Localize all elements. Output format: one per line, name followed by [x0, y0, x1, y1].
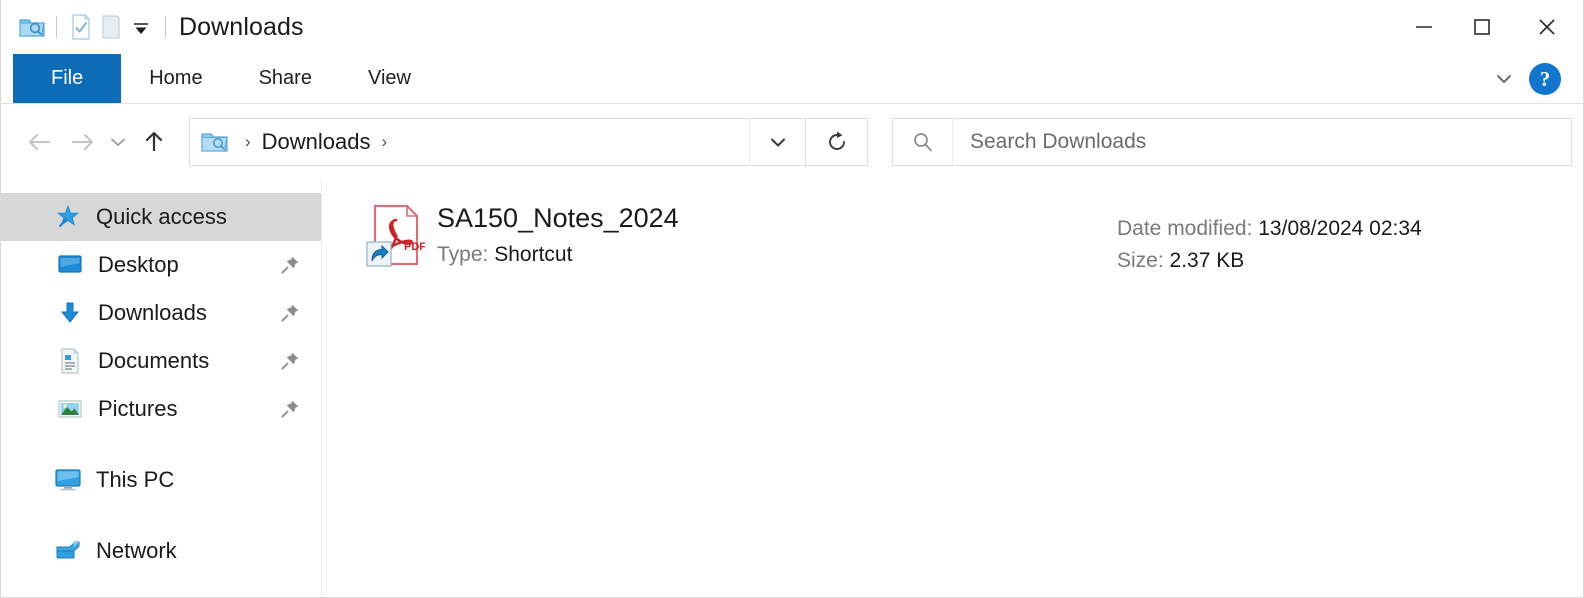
file-explorer-window: Downloads File Home Share View ? › Downl…: [0, 0, 1584, 598]
folder-icon[interactable]: [17, 12, 47, 42]
this-pc-icon: [51, 467, 85, 493]
minimize-button[interactable]: [1395, 0, 1453, 54]
date-modified-value: 13/08/2024 02:34: [1258, 217, 1422, 240]
file-list-pane[interactable]: PDF SA150_Notes_2024 Type: Shortcut Date…: [322, 180, 1583, 597]
date-modified-label: Date modified:: [1117, 217, 1253, 240]
properties-icon[interactable]: [66, 12, 96, 42]
date-modified-line: Date modified: 13/08/2024 02:34: [1117, 213, 1422, 245]
tab-home[interactable]: Home: [121, 54, 230, 103]
file-type-line: Type: Shortcut: [437, 240, 679, 270]
file-type-value: Shortcut: [494, 243, 573, 266]
search-icon: [893, 119, 953, 165]
search-input[interactable]: [953, 120, 1553, 164]
title-bar: Downloads: [1, 0, 1583, 54]
sidebar-item-label: Network: [96, 538, 177, 563]
navigation-pane: Quick access Desktop Downloads Documents…: [1, 180, 322, 597]
tab-view[interactable]: View: [340, 54, 439, 103]
breadcrumb-separator-0: ›: [245, 132, 251, 151]
ribbon-right-controls: ?: [1491, 54, 1575, 104]
toolbar-divider-2: [165, 16, 166, 38]
pin-icon[interactable]: [277, 302, 303, 324]
close-button[interactable]: [1511, 0, 1583, 54]
sidebar-item-label: Downloads: [98, 300, 207, 325]
window-title: Downloads: [179, 12, 304, 41]
sidebar-group-gap-2: [1, 504, 321, 527]
pin-icon[interactable]: [277, 398, 303, 420]
star-pin-icon: [51, 203, 85, 231]
breadcrumb-downloads[interactable]: Downloads: [262, 129, 371, 155]
address-bar[interactable]: › Downloads ›: [189, 118, 806, 166]
refresh-button[interactable]: [806, 118, 868, 166]
address-bar-row: › Downloads ›: [1, 104, 1583, 180]
size-label: Size:: [1117, 249, 1164, 272]
document-icon: [53, 347, 87, 375]
breadcrumb-separator-1[interactable]: ›: [371, 132, 399, 152]
customize-dropdown-icon[interactable]: [126, 12, 156, 42]
pictures-icon: [53, 397, 87, 421]
file-list-item[interactable]: PDF SA150_Notes_2024 Type: Shortcut Date…: [322, 194, 1583, 290]
sidebar-item-label: Pictures: [98, 396, 178, 421]
new-folder-icon[interactable]: [96, 12, 126, 42]
sidebar-item-label: Desktop: [98, 252, 179, 277]
file-name[interactable]: SA150_Notes_2024: [437, 201, 679, 235]
window-controls: [1395, 0, 1583, 54]
forward-button[interactable]: [61, 121, 103, 163]
file-metadata-block: Date modified: 13/08/2024 02:34 Size: 2.…: [1117, 213, 1422, 277]
maximize-button[interactable]: [1453, 0, 1511, 54]
chevron-down-icon[interactable]: [1491, 66, 1517, 92]
size-value: 2.37 KB: [1169, 249, 1245, 272]
pin-icon[interactable]: [277, 350, 303, 372]
sidebar-item-pictures[interactable]: Pictures: [1, 385, 321, 433]
sidebar-item-network[interactable]: Network: [1, 527, 321, 575]
search-box[interactable]: [892, 118, 1572, 166]
size-line: Size: 2.37 KB: [1117, 245, 1422, 277]
sidebar-item-this-pc[interactable]: This PC: [1, 456, 321, 504]
sidebar-item-quick-access[interactable]: Quick access: [1, 193, 321, 241]
sidebar-item-downloads[interactable]: Downloads: [1, 289, 321, 337]
toolbar-divider: [56, 16, 57, 38]
sidebar-item-documents[interactable]: Documents: [1, 337, 321, 385]
breadcrumb-folder-icon: [200, 128, 230, 156]
ribbon-tab-bar: File Home Share View ?: [1, 54, 1583, 104]
tab-share[interactable]: Share: [231, 54, 340, 103]
sidebar-item-label: This PC: [96, 467, 175, 492]
file-type-label: Type:: [437, 243, 489, 266]
download-icon: [53, 300, 87, 326]
file-info-block: SA150_Notes_2024 Type: Shortcut: [433, 199, 679, 270]
svg-text:PDF: PDF: [404, 241, 425, 253]
help-button[interactable]: ?: [1529, 63, 1561, 95]
recent-locations-button[interactable]: [103, 121, 133, 163]
desktop-icon: [53, 253, 87, 277]
sidebar-item-label: Quick access: [96, 204, 227, 229]
pdf-shortcut-icon: PDF: [355, 199, 433, 274]
network-icon: [51, 538, 85, 564]
pin-icon[interactable]: [277, 254, 303, 276]
body-area: Quick access Desktop Downloads Documents…: [1, 180, 1583, 597]
address-dropdown-icon[interactable]: [749, 119, 805, 165]
sidebar-item-desktop[interactable]: Desktop: [1, 241, 321, 289]
tab-file[interactable]: File: [13, 54, 122, 103]
sidebar-item-label: Documents: [98, 348, 210, 373]
back-button[interactable]: [19, 121, 61, 163]
up-button[interactable]: [133, 121, 175, 163]
